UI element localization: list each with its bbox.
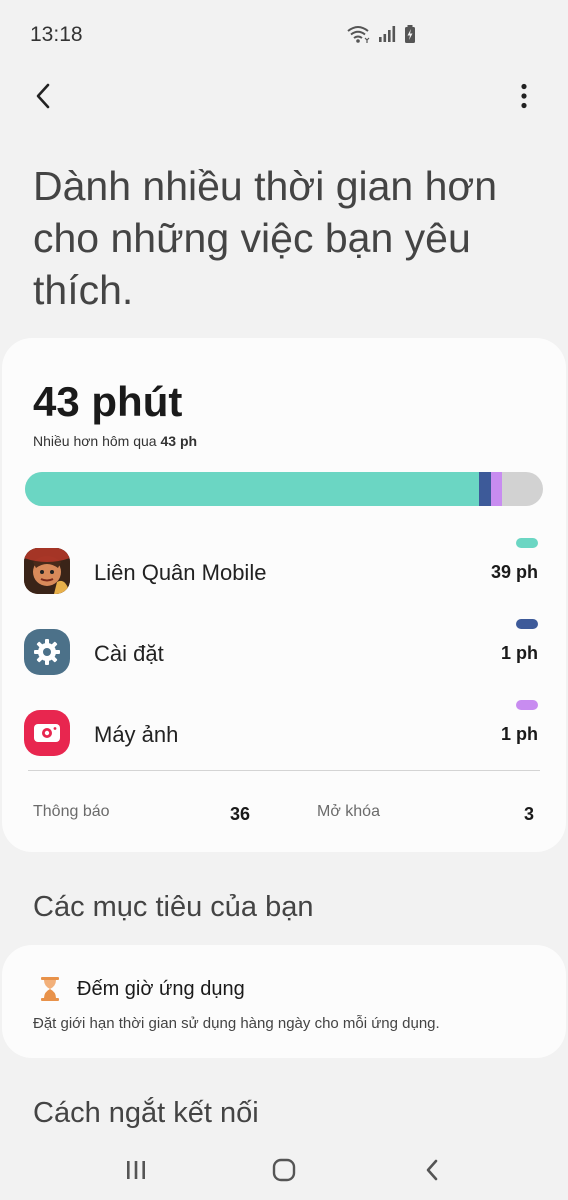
app-name: Cài đặt — [94, 641, 164, 666]
status-time: 13:18 — [30, 23, 83, 46]
more-options-button[interactable] — [506, 78, 542, 114]
app-usage-row-camera[interactable]: Máy ảnh 1 ph — [24, 700, 542, 757]
nav-back-button[interactable] — [412, 1150, 452, 1190]
system-navigation-bar — [0, 1140, 568, 1200]
app-usage-row-settings[interactable]: Cài đặt 1 ph — [24, 619, 542, 676]
back-arrow-icon — [426, 1159, 438, 1181]
top-app-bar — [0, 72, 568, 122]
status-bar: 13:18 — [0, 0, 568, 70]
divider — [28, 770, 540, 771]
chevron-left-icon — [36, 83, 50, 109]
unlocks-label: Mở khóa — [317, 803, 380, 820]
recent-apps-button[interactable] — [116, 1150, 156, 1190]
app-color-legend — [516, 538, 538, 548]
app-color-legend — [516, 700, 538, 710]
screen-time-card[interactable]: 43 phút Nhiều hơn hôm qua 43 ph Liên Quâ… — [2, 338, 566, 852]
app-timer-card[interactable]: Đếm giờ ứng dụng Đặt giới hạn thời gian … — [2, 945, 566, 1058]
notifications-label: Thông báo — [33, 803, 110, 820]
app-name: Liên Quân Mobile — [94, 560, 267, 585]
app-name: Máy ảnh — [94, 722, 179, 747]
app-usage-time: 1 ph — [500, 643, 538, 663]
signal-icon — [379, 26, 396, 42]
disconnect-section-title: Cách ngắt kết nối — [33, 1097, 259, 1129]
back-button[interactable] — [26, 78, 62, 114]
status-icons — [346, 24, 416, 44]
battery-charging-icon — [405, 25, 415, 43]
app-timer-title: Đếm giờ ứng dụng — [77, 978, 245, 1000]
home-icon — [272, 1158, 296, 1182]
app-usage-row-lien-quan[interactable]: Liên Quân Mobile 39 ph — [24, 538, 542, 595]
game-app-icon — [24, 548, 70, 594]
goals-section-title: Các mục tiêu của bạn — [33, 891, 314, 923]
comparison-text: Nhiều hơn hôm qua 43 ph — [33, 433, 197, 449]
home-button[interactable] — [264, 1150, 304, 1190]
camera-icon — [24, 710, 70, 756]
app-usage-time: 39 ph — [490, 562, 538, 582]
wifi-icon — [347, 26, 370, 43]
page-headline: Dành nhiều thời gian hơn cho những việc … — [33, 163, 498, 313]
usage-bar-segment-camera — [490, 472, 503, 506]
comparison-prefix: Nhiều hơn hôm qua — [33, 433, 157, 449]
unlocks-count: 3 — [524, 804, 535, 824]
recent-apps-icon — [127, 1161, 145, 1179]
app-timer-description: Đặt giới hạn thời gian sử dụng hàng ngày… — [33, 1015, 440, 1032]
app-color-legend — [516, 619, 538, 629]
total-screen-time: 43 phút — [33, 378, 183, 425]
more-vertical-icon — [521, 83, 527, 109]
usage-breakdown-bar — [25, 472, 543, 506]
settings-gear-icon — [24, 629, 70, 675]
notifications-count: 36 — [230, 804, 251, 824]
comparison-value: 43 ph — [160, 433, 198, 449]
usage-bar-segment-settings — [478, 472, 491, 506]
usage-bar-segment-lien-quan — [25, 472, 479, 506]
hourglass-icon — [41, 977, 59, 1001]
app-usage-time: 1 ph — [500, 724, 538, 744]
